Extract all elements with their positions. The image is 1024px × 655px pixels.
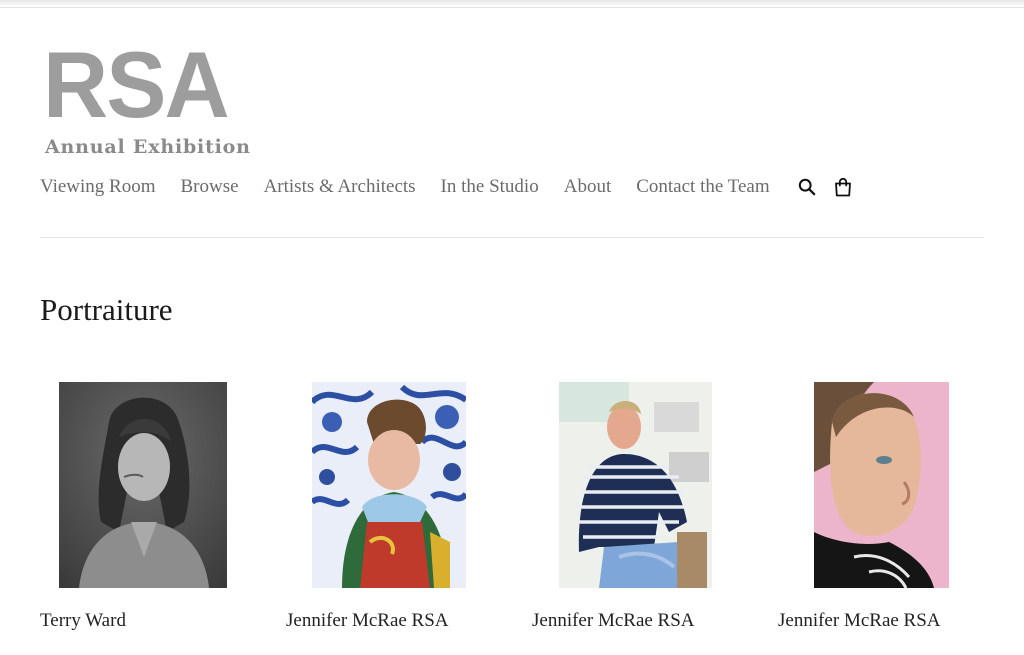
artwork-image[interactable] [312,382,466,588]
artwork-image[interactable] [814,382,949,588]
artist-name[interactable]: Jennifer McRae RSA [532,610,695,632]
logo-mark: RSA [43,32,230,137]
artwork-image[interactable] [59,382,227,588]
nav-about[interactable]: About [564,176,612,198]
nav-in-the-studio[interactable]: In the Studio [441,176,539,198]
nav-contact-the-team[interactable]: Contact the Team [636,176,769,198]
nav-browse[interactable]: Browse [181,176,239,198]
bag-icon[interactable] [833,176,853,198]
artist-name[interactable]: Terry Ward [40,610,126,632]
logo-subtitle: Annual Exhibition [45,136,251,158]
nav-viewing-room[interactable]: Viewing Room [40,176,156,198]
artist-name[interactable]: Jennifer McRae RSA [778,610,941,632]
artist-name[interactable]: Jennifer McRae RSA [286,610,449,632]
nav-artists-architects[interactable]: Artists & Architects [264,176,416,198]
search-icon[interactable] [797,176,817,198]
browser-top-edge [0,0,1024,8]
main-nav: Viewing Room Browse Artists & Architects… [40,174,853,200]
site-logo[interactable]: RSA Annual Exhibition [40,38,250,163]
artwork-image[interactable] [559,382,712,588]
header-divider [40,237,984,238]
page-title: Portraiture [40,292,173,327]
